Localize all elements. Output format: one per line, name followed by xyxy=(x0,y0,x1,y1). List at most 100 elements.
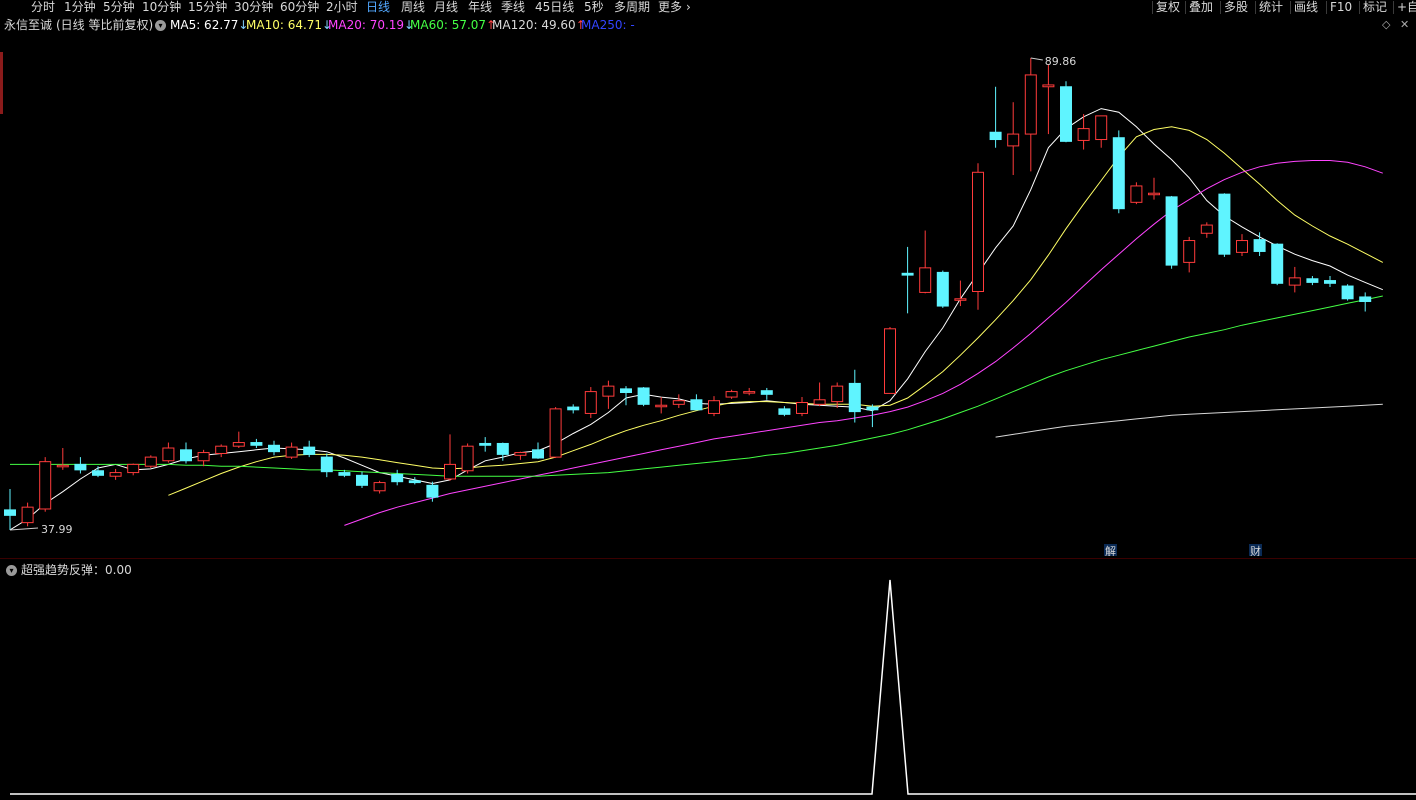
candle-body xyxy=(338,472,351,476)
tool-separator xyxy=(1185,1,1186,14)
candle xyxy=(1130,182,1143,205)
candle-body xyxy=(567,406,580,411)
period-tab-7[interactable]: 2小时 xyxy=(326,0,358,15)
candle-body xyxy=(92,470,104,476)
tool-separator xyxy=(1255,1,1256,14)
candle xyxy=(144,455,157,469)
candle-body xyxy=(532,449,544,459)
ma-legend-item: MA60: 57.07↑ xyxy=(410,18,497,32)
tool-button-5[interactable]: F10 xyxy=(1330,0,1352,15)
candle-body xyxy=(1359,296,1372,303)
candle xyxy=(162,442,175,463)
candle xyxy=(760,387,773,400)
tool-button-3[interactable]: 统计 xyxy=(1259,0,1283,15)
candle-body xyxy=(109,472,122,477)
candle-body xyxy=(778,408,791,415)
indicator-chart[interactable] xyxy=(0,578,1416,798)
candle-body xyxy=(1218,193,1231,255)
collapse-icon[interactable]: ▾ xyxy=(155,16,166,34)
candle xyxy=(1165,195,1178,269)
diamond-icon[interactable]: ◇ xyxy=(1382,16,1390,34)
candle xyxy=(532,442,544,459)
period-tab-8[interactable]: 日线 xyxy=(366,0,390,15)
candle-body xyxy=(1148,192,1160,196)
candle-body xyxy=(690,399,703,411)
candle xyxy=(1060,81,1072,143)
candle-body xyxy=(655,404,668,408)
event-marker: 解 xyxy=(1105,544,1116,556)
ma-legend-item: MA20: 70.19↓ xyxy=(328,18,415,32)
period-tab-4[interactable]: 15分钟 xyxy=(188,0,227,15)
candle-body xyxy=(602,385,615,397)
period-tab-10[interactable]: 月线 xyxy=(434,0,458,15)
tool-separator xyxy=(1326,1,1327,14)
candle-body xyxy=(56,464,69,468)
candlestick-chart[interactable]: 89.86 37.99 解 财 xyxy=(0,36,1416,556)
pane-divider[interactable] xyxy=(0,558,1416,559)
more-arrow-icon[interactable]: › xyxy=(686,0,691,15)
ma-legend-item: MA5: 62.77↓ xyxy=(170,18,249,32)
period-tab-0[interactable]: 分时 xyxy=(31,0,55,15)
candle-body xyxy=(549,408,562,458)
candle xyxy=(919,230,932,294)
tool-button-4[interactable]: 画线 xyxy=(1294,0,1318,15)
candle xyxy=(813,382,826,407)
tool-button-1[interactable]: 叠加 xyxy=(1189,0,1213,15)
candle-body xyxy=(936,271,949,307)
candle xyxy=(74,457,87,474)
candle-body xyxy=(232,442,245,447)
ma-legend-item: MA120: 49.60↑ xyxy=(492,18,586,32)
period-tab-15[interactable]: 多周期 xyxy=(614,0,650,15)
candle xyxy=(461,443,474,474)
candle xyxy=(637,387,650,407)
candle-body xyxy=(919,267,932,293)
period-tab-5[interactable]: 30分钟 xyxy=(234,0,273,15)
close-icon[interactable]: ✕ xyxy=(1400,16,1409,34)
indicator-line xyxy=(10,579,1416,795)
period-tab-3[interactable]: 10分钟 xyxy=(142,0,181,15)
candle-body xyxy=(901,272,914,276)
candle xyxy=(972,163,984,310)
period-tab-11[interactable]: 年线 xyxy=(468,0,492,15)
candle-body xyxy=(1271,243,1284,284)
period-tab-12[interactable]: 季线 xyxy=(501,0,525,15)
candle-body xyxy=(1200,224,1213,234)
candle xyxy=(285,442,298,459)
candle xyxy=(1271,243,1284,286)
period-tab-16[interactable]: 更多 xyxy=(658,0,682,15)
candle-body xyxy=(320,456,333,473)
candle xyxy=(320,453,333,478)
tool-button-0[interactable]: 复权 xyxy=(1156,0,1180,15)
high-pointer xyxy=(1030,57,1043,61)
tool-button-6[interactable]: 标记 xyxy=(1363,0,1387,15)
candle-body xyxy=(848,382,861,413)
candle-body xyxy=(1165,196,1178,266)
candle-body xyxy=(866,406,879,411)
candle-body xyxy=(743,391,756,394)
period-tab-9[interactable]: 周线 xyxy=(401,0,425,15)
candle xyxy=(549,407,562,459)
candle-body xyxy=(373,482,386,492)
candle-body xyxy=(496,442,509,455)
candle-body xyxy=(444,463,456,480)
period-tab-2[interactable]: 5分钟 xyxy=(103,0,135,15)
candle xyxy=(1341,284,1354,301)
period-tab-1[interactable]: 1分钟 xyxy=(64,0,96,15)
indicator-collapse-icon[interactable]: ▾ xyxy=(6,561,17,579)
candle-body xyxy=(461,445,474,472)
candle xyxy=(1042,64,1055,135)
candle-body xyxy=(796,402,808,414)
candle-body xyxy=(813,399,826,405)
candle xyxy=(725,389,738,399)
candle-body xyxy=(426,484,439,498)
period-tab-14[interactable]: 5秒 xyxy=(584,0,604,15)
candle xyxy=(655,397,668,414)
tool-button-7[interactable]: +自 xyxy=(1397,0,1416,15)
candle xyxy=(936,270,949,308)
candle-body xyxy=(760,390,773,395)
period-tab-6[interactable]: 60分钟 xyxy=(280,0,319,15)
period-tab-13[interactable]: 45日线 xyxy=(535,0,574,15)
candle xyxy=(1183,236,1196,273)
tool-button-2[interactable]: 多股 xyxy=(1224,0,1248,15)
candle xyxy=(1200,222,1213,238)
